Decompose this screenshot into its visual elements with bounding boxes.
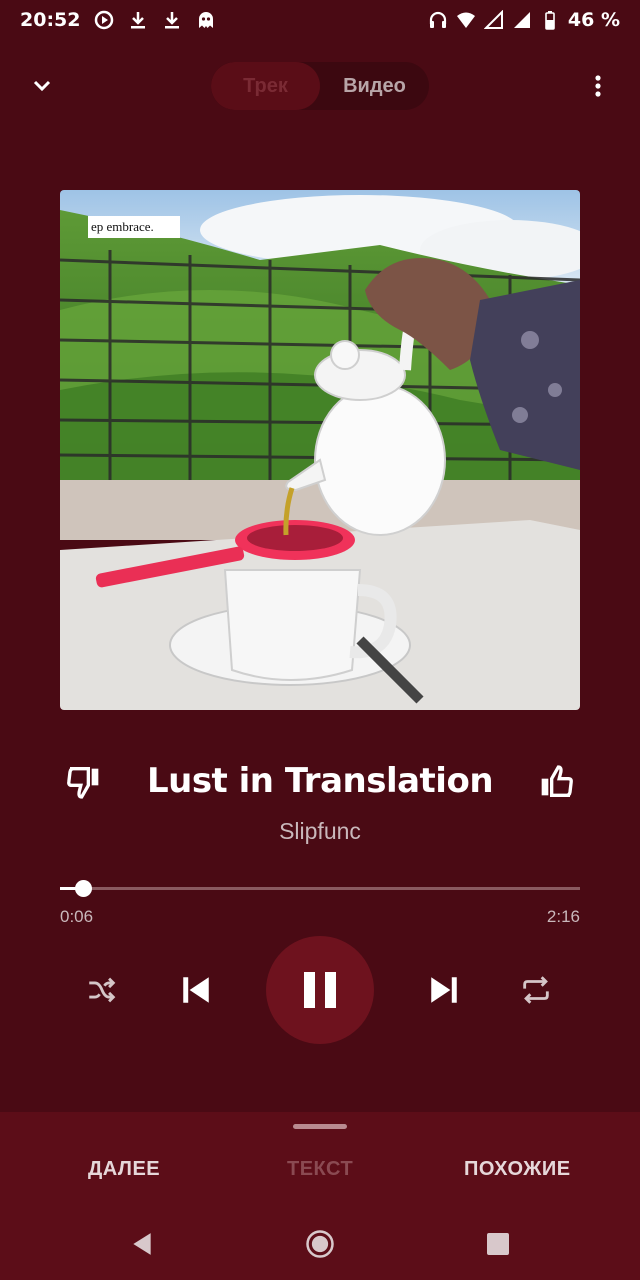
- shuffle-button[interactable]: [80, 968, 124, 1012]
- signal-icon: [512, 10, 532, 30]
- battery-level: 46 %: [567, 9, 620, 31]
- ghost-icon: [196, 10, 216, 30]
- more-vertical-icon: [595, 75, 601, 97]
- time-total: 2:16: [546, 907, 580, 926]
- more-options-button[interactable]: [578, 66, 618, 106]
- playback-controls: [0, 936, 640, 1044]
- sheet-tabs: ДАЛЕЕ ТЕКСТ ПОХОЖИЕ: [0, 1158, 640, 1190]
- skip-previous-icon: [183, 977, 209, 1003]
- tab-video[interactable]: Видео: [320, 62, 429, 110]
- next-button[interactable]: [420, 966, 468, 1014]
- skip-next-icon: [431, 977, 457, 1003]
- tab-related[interactable]: ПОХОЖИЕ: [464, 1158, 571, 1181]
- download-icon: [128, 10, 148, 30]
- progress-bar[interactable]: [60, 880, 580, 897]
- home-circle-icon: [306, 1230, 334, 1258]
- artist-name[interactable]: Slipfunc: [0, 818, 640, 845]
- collapse-button[interactable]: [22, 66, 62, 106]
- status-bar: 20:52 46 %: [0, 0, 640, 40]
- pause-icon: [304, 972, 336, 1008]
- track-video-switch: Трек Видео: [211, 62, 429, 110]
- like-button[interactable]: [532, 759, 578, 805]
- download-icon: [162, 10, 182, 30]
- recents-square-icon: [487, 1233, 509, 1255]
- nav-recents-button[interactable]: [478, 1224, 518, 1264]
- battery-icon: [540, 10, 560, 30]
- media-icon: [94, 10, 114, 30]
- status-time: 20:52: [20, 9, 81, 31]
- tab-lyrics[interactable]: ТЕКСТ: [287, 1158, 353, 1181]
- player-top-bar: Трек Видео: [0, 62, 640, 112]
- signal-icon: [483, 10, 504, 30]
- album-art: ep embrace.: [60, 190, 580, 710]
- chevron-down-icon: [33, 80, 51, 92]
- track-title: Lust in Translation: [146, 761, 494, 801]
- previous-button[interactable]: [172, 966, 220, 1014]
- repeat-icon: [523, 976, 549, 1004]
- time-current: 0:06: [60, 907, 94, 926]
- back-triangle-icon: [133, 1233, 151, 1255]
- thumbs-down-icon: [67, 767, 99, 799]
- progress-thumb[interactable]: [74, 880, 92, 897]
- wifi-icon: [456, 10, 476, 30]
- tab-track[interactable]: Трек: [211, 62, 320, 110]
- album-caption: ep embrace.: [91, 219, 154, 234]
- headphones-icon: [428, 10, 448, 30]
- shuffle-icon: [89, 977, 116, 1003]
- system-nav-bar: [0, 1210, 640, 1280]
- sheet-drag-handle[interactable]: [293, 1124, 347, 1129]
- title-row: Lust in Translation: [0, 755, 640, 809]
- tab-up-next[interactable]: ДАЛЕЕ: [88, 1158, 160, 1181]
- nav-home-button[interactable]: [300, 1224, 340, 1264]
- pause-button[interactable]: [266, 936, 374, 1044]
- nav-back-button[interactable]: [122, 1224, 162, 1264]
- repeat-button[interactable]: [514, 968, 558, 1012]
- dislike-button[interactable]: [62, 759, 108, 805]
- thumbs-up-icon: [541, 765, 573, 797]
